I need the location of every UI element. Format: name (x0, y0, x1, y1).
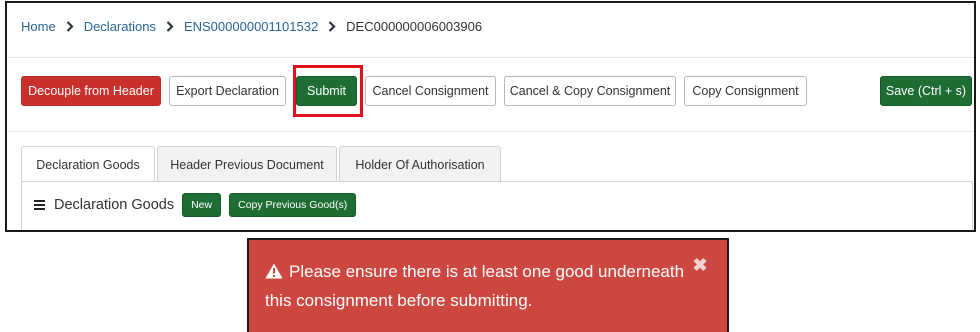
close-icon[interactable]: ✖ (689, 254, 711, 276)
breadcrumb-declarations-link[interactable]: Declarations (84, 19, 156, 34)
warning-icon (265, 260, 283, 287)
tab-holder-of-authorisation[interactable]: Holder Of Authorisation (339, 146, 501, 182)
panel-title: Declaration Goods (54, 197, 175, 213)
tab-header-previous-document[interactable]: Header Previous Document (157, 146, 337, 182)
breadcrumb-home-link[interactable]: Home (21, 19, 56, 34)
export-declaration-button[interactable]: Export Declaration (169, 76, 286, 106)
chevron-right-icon (156, 20, 184, 32)
breadcrumb-consignment-link[interactable]: ENS000000001101532 (184, 19, 318, 34)
copy-previous-goods-button[interactable]: Copy Previous Good(s) (229, 193, 357, 217)
breadcrumb-current: DEC000000006003906 (346, 18, 483, 34)
save-button[interactable]: Save (Ctrl + s) (880, 76, 972, 106)
divider (7, 57, 974, 58)
hamburger-menu-icon[interactable] (34, 200, 45, 210)
cancel-copy-consignment-button[interactable]: Cancel & Copy Consignment (504, 76, 676, 106)
tab-declaration-goods[interactable]: Declaration Goods (21, 146, 155, 182)
alert-message: Please ensure there is at least one good… (265, 258, 695, 314)
action-toolbar: Decouple from Header Export Declaration … (21, 76, 974, 106)
breadcrumb: Home Declarations ENS000000001101532 DEC… (21, 17, 482, 35)
submit-button[interactable]: Submit (296, 76, 357, 106)
declaration-goods-panel: Declaration Goods New Copy Previous Good… (21, 181, 973, 230)
cancel-consignment-button[interactable]: Cancel Consignment (365, 76, 496, 106)
alert-message-text: Please ensure there is at least one good… (265, 262, 685, 310)
chevron-right-icon (56, 20, 84, 32)
copy-consignment-button[interactable]: Copy Consignment (684, 76, 807, 106)
panel-header: Declaration Goods New Copy Previous Good… (34, 193, 364, 217)
decouple-from-header-button[interactable]: Decouple from Header (21, 76, 161, 106)
divider (7, 131, 974, 132)
chevron-right-icon (318, 20, 346, 32)
declaration-window: Home Declarations ENS000000001101532 DEC… (5, 1, 976, 232)
new-good-button[interactable]: New (182, 193, 222, 217)
error-alert: Please ensure there is at least one good… (247, 238, 729, 332)
